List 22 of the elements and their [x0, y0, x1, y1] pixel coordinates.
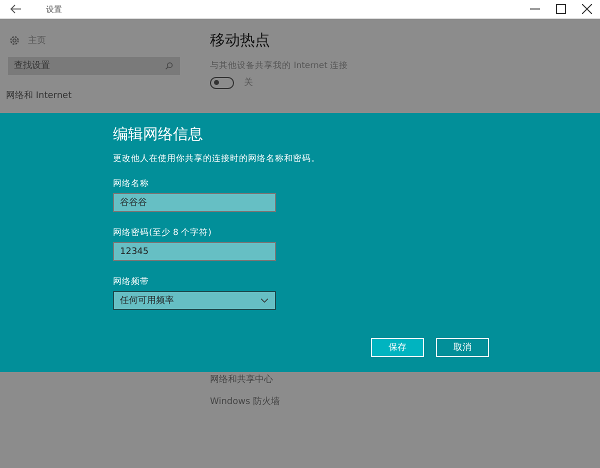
- dialog-title: 编辑网络信息: [113, 125, 204, 144]
- settings-link[interactable]: Windows 防火墙: [210, 395, 280, 408]
- settings-icon[interactable]: [9, 34, 20, 46]
- chevron-down-icon: [260, 298, 269, 303]
- toggle-switch[interactable]: [210, 76, 234, 88]
- cancel-button[interactable]: 取消: [436, 338, 489, 357]
- input-field[interactable]: 谷谷谷: [113, 193, 276, 212]
- back-icon[interactable]: [10, 4, 22, 14]
- search-field[interactable]: 查找设置: [8, 57, 180, 75]
- page-title: 移动热点: [210, 31, 271, 50]
- dropdown[interactable]: 任何可用频率: [113, 291, 276, 310]
- input-field[interactable]: 12345: [113, 242, 276, 261]
- close-icon[interactable]: [582, 4, 592, 14]
- dialog-description: 更改他人在使用你共享的连接时的网络名称和密码。: [113, 153, 321, 165]
- window-title: 设置: [46, 4, 62, 14]
- settings-link[interactable]: 网络和共享中心: [210, 373, 273, 386]
- section-heading: 网络和 Internet: [6, 90, 73, 102]
- save-button[interactable]: 保存: [371, 338, 424, 357]
- field-label: 网络密码(至少 8 个字符): [113, 227, 212, 239]
- field-label: 网络频带: [113, 276, 150, 288]
- maximize-icon[interactable]: [556, 4, 566, 14]
- field-label: 网络名称: [113, 178, 150, 190]
